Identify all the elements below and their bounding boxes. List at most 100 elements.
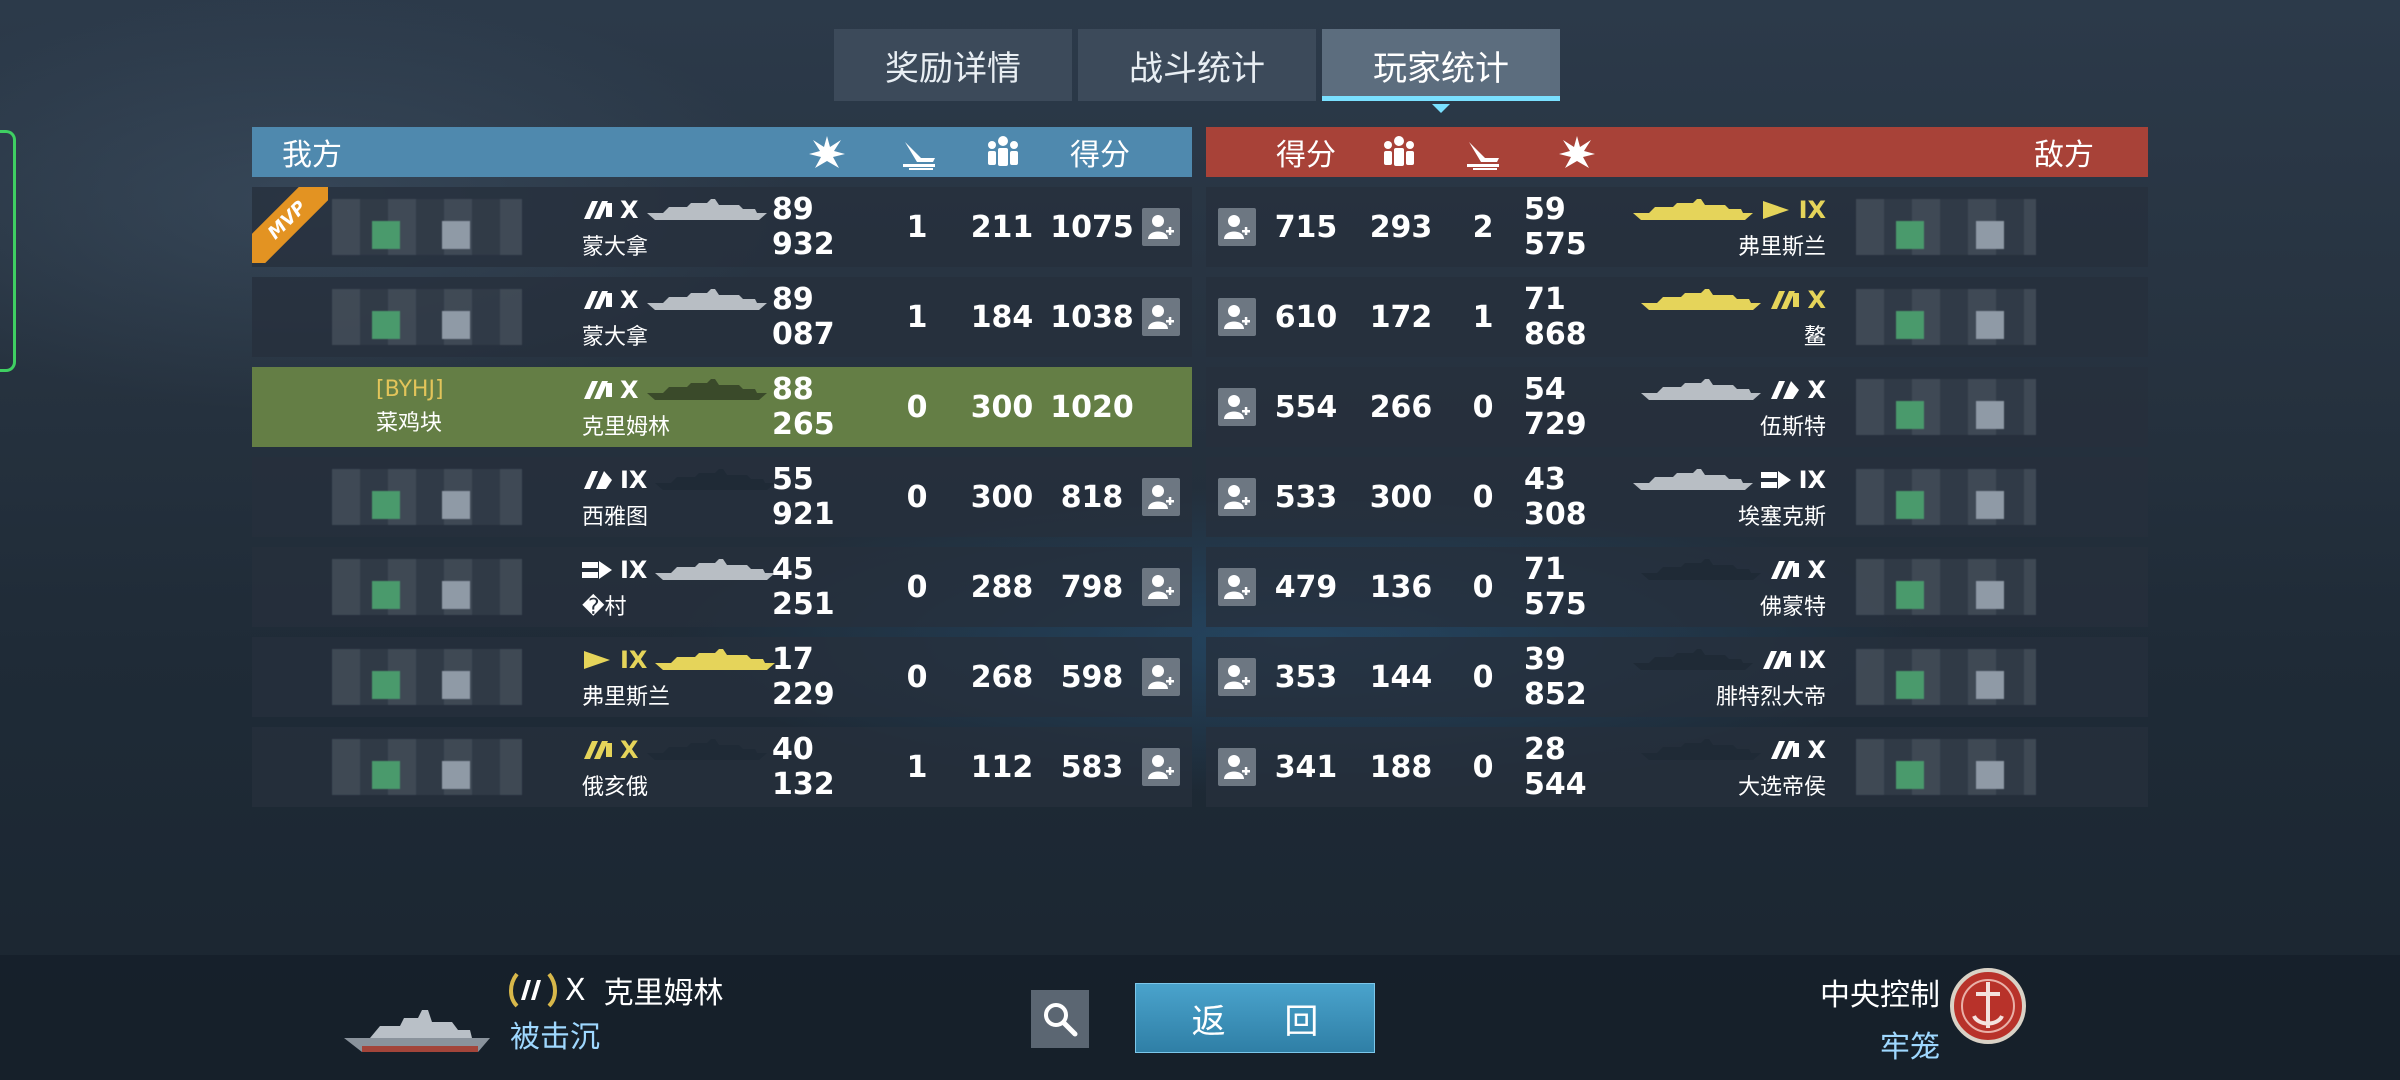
game-mode: 中央控制 牢笼 xyxy=(1820,970,1940,1066)
add-friend-button[interactable] xyxy=(1218,658,1256,696)
add-friend-icon xyxy=(1148,215,1174,239)
ship-silhouette-icon xyxy=(646,199,767,220)
spotting-value: 184 xyxy=(970,299,1034,335)
ship-silhouette-icon xyxy=(646,379,767,400)
ship-info: IX 弗里斯兰 xyxy=(582,643,776,713)
add-friend-button[interactable] xyxy=(1142,748,1180,786)
ship-name: 俄亥俄 xyxy=(582,775,649,800)
tab-bar: 奖励详情 战斗统计 玩家统计 xyxy=(834,29,1560,113)
add-friend-icon xyxy=(1224,485,1250,509)
ship-silhouette-icon xyxy=(646,739,767,760)
enemy-row[interactable]: 715 293 2 59 575 IX 弗里斯兰 xyxy=(1206,187,2148,267)
damage-value: 89 087 xyxy=(772,282,835,352)
enemy-row[interactable]: 353 144 0 39 852 IX 腓特烈大帝 xyxy=(1206,637,2148,717)
mvp-badge: MVP xyxy=(252,187,328,263)
enemy-team-panel: 得分 敌方 715 293 2 59 575 IX 弗里斯兰 610 172 1 71 868… xyxy=(1206,127,2148,807)
ally-row[interactable]: MVP X 蒙大拿 89 932 1 211 1075 xyxy=(252,187,1192,267)
ship-info: IX 西雅图 xyxy=(582,463,776,533)
score-value: 610 xyxy=(1274,299,1338,335)
enemy-score-header: 得分 xyxy=(1276,138,1336,173)
spotting-value: 112 xyxy=(970,749,1034,785)
ally-score-header: 得分 xyxy=(1070,138,1130,173)
add-friend-button[interactable] xyxy=(1142,298,1180,336)
add-friend-button[interactable] xyxy=(1218,748,1256,786)
ally-row[interactable]: X 蒙大拿 89 087 1 184 1038 xyxy=(252,277,1192,357)
spotting-value: 300 xyxy=(970,479,1034,515)
enemy-rows: 715 293 2 59 575 IX 弗里斯兰 610 172 1 71 868 X 鳌 55… xyxy=(1206,187,2148,807)
blurred-player-name xyxy=(332,649,522,705)
ally-row[interactable]: IX 弗里斯兰 17 229 0 268 598 xyxy=(252,637,1192,717)
ship-info: IX �村 xyxy=(582,553,776,623)
tab-player-stats[interactable]: 玩家统计 xyxy=(1322,29,1560,113)
ship-name: 西雅图 xyxy=(582,505,649,530)
laurel-icon xyxy=(509,972,557,1008)
blurred-player-name xyxy=(1856,469,2036,525)
enemy-row[interactable]: 533 300 0 43 308 IX 埃塞克斯 xyxy=(1206,457,2148,537)
mode-map: 牢笼 xyxy=(1880,1030,1940,1065)
ship-tier: X xyxy=(1807,556,1826,584)
kills-value: 1 xyxy=(906,209,928,245)
enemy-row[interactable]: 341 188 0 28 544 X 大选帝侯 xyxy=(1206,727,2148,807)
kills-value: 1 xyxy=(906,299,928,335)
back-button[interactable]: 返 回 xyxy=(1135,983,1375,1053)
add-friend-button[interactable] xyxy=(1218,298,1256,336)
enemy-row[interactable]: 554 266 0 54 729 X 伍斯特 xyxy=(1206,367,2148,447)
ally-team-panel: 我方 得分 MVP X 蒙大拿 89 932 1 211 1075 X 蒙大拿 89 08… xyxy=(252,127,1192,807)
blurred-player-name xyxy=(1856,739,2036,795)
score-value: 353 xyxy=(1274,659,1338,695)
add-friend-button[interactable] xyxy=(1218,388,1256,426)
tab-battle-stats[interactable]: 战斗统计 xyxy=(1078,29,1316,101)
enemy-row[interactable]: 479 136 0 71 575 X 佛蒙特 xyxy=(1206,547,2148,627)
ship-tier: X xyxy=(1807,376,1826,404)
add-friend-button[interactable] xyxy=(1218,208,1256,246)
damage-icon xyxy=(802,127,852,177)
spotting-value: 188 xyxy=(1369,749,1433,785)
medal-icon xyxy=(1950,968,2026,1044)
spotting-value: 266 xyxy=(1369,389,1433,425)
score-value: 798 xyxy=(1060,569,1124,605)
add-friend-icon xyxy=(1224,215,1250,239)
damage-value: 17 229 xyxy=(772,642,835,712)
enemy-row[interactable]: 610 172 1 71 868 X 鳌 xyxy=(1206,277,2148,357)
ship-info: X 俄亥俄 xyxy=(582,733,767,803)
ally-row[interactable]: X 俄亥俄 40 132 1 112 583 xyxy=(252,727,1192,807)
ship-info: X 鳌 xyxy=(1626,283,1826,353)
ship-info: X 蒙大拿 xyxy=(582,193,767,263)
ship-tier: X xyxy=(1807,286,1826,314)
battleship-class-icon xyxy=(584,201,612,219)
ship-tier: IX xyxy=(1798,196,1826,224)
kills-value: 0 xyxy=(1472,749,1494,785)
damage-value: 71 868 xyxy=(1524,282,1587,352)
ally-row[interactable]: IX 西雅图 55 921 0 300 818 xyxy=(252,457,1192,537)
add-friend-icon xyxy=(1224,575,1250,599)
ship-tier: IX xyxy=(1798,466,1826,494)
damage-value: 59 575 xyxy=(1524,192,1587,262)
add-friend-button[interactable] xyxy=(1218,568,1256,606)
score-value: 554 xyxy=(1274,389,1338,425)
ship-silhouette-icon xyxy=(1641,559,1762,580)
add-friend-icon xyxy=(1224,665,1250,689)
add-friend-button[interactable] xyxy=(1142,478,1180,516)
ally-row[interactable]: IX �村 45 251 0 288 798 xyxy=(252,547,1192,627)
ship-silhouette-icon xyxy=(1641,289,1762,310)
blurred-player-name xyxy=(332,199,522,255)
add-friend-button[interactable] xyxy=(1142,208,1180,246)
ally-row-self[interactable]: [BYHJ] 菜鸡块 X 克里姆林 88 265 0 300 1020 xyxy=(252,367,1192,447)
add-friend-icon xyxy=(1224,305,1250,329)
add-friend-button[interactable] xyxy=(1142,658,1180,696)
ship-info: X 克里姆林 xyxy=(582,373,767,443)
ship-name: 蒙大拿 xyxy=(582,325,649,350)
search-button[interactable] xyxy=(1031,990,1089,1048)
my-ship-name: 克里姆林 xyxy=(603,976,724,1011)
ship-name: 埃塞克斯 xyxy=(1737,505,1826,530)
sunk-ship-icon xyxy=(894,127,944,177)
add-friend-button[interactable] xyxy=(1142,568,1180,606)
add-friend-button[interactable] xyxy=(1218,478,1256,516)
tab-rewards[interactable]: 奖励详情 xyxy=(834,29,1072,101)
damage-value: 71 575 xyxy=(1524,552,1587,622)
ship-info: X 佛蒙特 xyxy=(1626,553,1826,623)
cruiser-class-icon xyxy=(1771,381,1800,399)
spotting-value: 300 xyxy=(1369,479,1433,515)
ship-tier: X xyxy=(620,736,639,764)
score-value: 341 xyxy=(1274,749,1338,785)
